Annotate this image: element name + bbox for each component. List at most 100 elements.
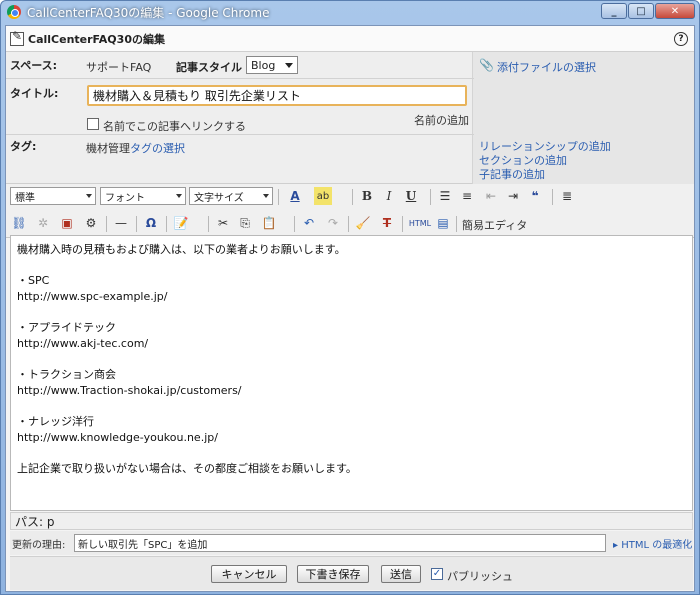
text-color-icon[interactable]: A [286,187,304,205]
vendor-name: ・トラクション商会 [17,368,116,381]
divider [6,78,474,79]
size-combo[interactable]: 文字サイズ [189,187,273,205]
submit-button[interactable]: 送信 [381,565,421,583]
remove-format-icon[interactable]: T [378,214,396,232]
chevron-down-icon [176,194,182,198]
link-by-name-checkbox[interactable] [87,118,99,130]
html-optimize-link[interactable]: ▸ HTML の最適化 [613,536,692,551]
font-combo[interactable]: フォント [100,187,186,205]
html-source-icon[interactable]: HTML [408,214,432,232]
special-char-icon[interactable]: Ω [142,214,160,232]
outdent-icon[interactable]: ⇤ [482,187,500,205]
clean-format-icon[interactable]: 🧹 [354,214,372,232]
paperclip-icon: 📎 [479,58,494,72]
blockquote-icon[interactable]: ❝ [526,187,544,205]
cancel-button[interactable]: キャンセル [211,565,287,583]
vendor-name: ・SPC [17,274,50,287]
preview-icon[interactable]: ▤ [434,214,452,232]
editor-toolbar: 標準 フォント 文字サイズ A ab B I U ☰ ≡ ⇤ ⇥ ❝ ≣ ⛓ ✲ [6,184,694,238]
add-name-link[interactable]: 名前の追加 [414,112,469,128]
maximize-button[interactable]: □ [628,3,654,19]
vendor-url[interactable]: http://www.Traction-shokai.jp/customers/ [17,383,686,399]
insert-template-icon[interactable]: 📝 [172,214,190,232]
toolbar-separator [456,216,457,232]
vendor-url[interactable]: http://www.spc-example.jp/ [17,289,686,305]
bold-icon[interactable]: B [358,187,376,205]
macro-icon[interactable]: ⚙ [82,214,100,232]
vendor-url[interactable]: http://www.knowledge-youkou.ne.jp/ [17,430,686,446]
italic-icon[interactable]: I [380,187,398,205]
unlink-icon[interactable]: ✲ [34,214,52,232]
toolbar-separator [106,216,107,232]
page-title: CallCenterFAQ30の編集 [28,32,165,46]
style-select-value: Blog [251,58,276,72]
closing-paragraph: 上記企業で取り扱いがない場合は、その都度ご相談をお願いします。 [17,462,357,475]
cut-icon[interactable]: ✂ [214,214,232,232]
side-links-pane: 📎 添付ファイルの選択 リレーションシップの追加 セクションの追加 子記事の追加 [472,52,694,184]
intro-paragraph: 機材購入時の見積もおよび購入は、以下の業者よりお願いします。 [17,243,346,256]
format-combo[interactable]: 標準 [10,187,96,205]
add-child-article-link[interactable]: 子記事の追加 [479,166,545,182]
underline-icon[interactable]: U [402,187,420,205]
toolbar-separator [552,189,553,205]
unordered-list-icon[interactable]: ≡ [458,187,476,205]
style-select[interactable]: Blog [246,56,298,74]
edit-page-icon [10,29,24,46]
ordered-list-icon[interactable]: ☰ [436,187,454,205]
highlight-color-icon[interactable]: ab [314,187,332,205]
chevron-down-icon [263,194,269,198]
align-icon[interactable]: ≣ [558,187,576,205]
undo-icon[interactable]: ↶ [300,214,318,232]
chevron-down-icon [285,63,293,68]
attach-file-link[interactable]: 添付ファイルの選択 [497,59,596,75]
vendor-name: ・アプライドテック [17,321,116,334]
toolbar-separator [136,216,137,232]
browser-window: CallCenterFAQ30の編集 - Google Chrome _ □ ✕… [0,0,700,595]
style-label: 記事スタイル [176,61,242,74]
save-draft-button[interactable]: 下書き保存 [297,565,369,583]
space-value: サポートFAQ [86,61,152,74]
toolbar-separator [278,189,279,205]
action-bar: キャンセル 下書き保存 送信 ✓ パブリッシュ [10,556,693,590]
size-combo-value: 文字サイズ [194,192,244,204]
toolbar-separator [352,189,353,205]
reason-label: 更新の理由: [12,540,66,551]
publish-label: パブリッシュ [447,570,513,583]
horizontal-rule-icon[interactable]: — [112,214,130,232]
chevron-down-icon [86,194,92,198]
reason-row: 更新の理由: 新しい取引先「SPC」を追加 ▸ HTML の最適化 [10,531,693,555]
page-header: CallCenterFAQ30の編集 ? [6,26,694,52]
html-optimize-label: HTML の最適化 [621,540,693,551]
editor-content[interactable]: 機材購入時の見積もおよび購入は、以下の業者よりお願いします。 ・SPC http… [11,236,692,483]
vendor-url[interactable]: http://www.akj-tec.com/ [17,336,686,352]
dialog-body: CallCenterFAQ30の編集 ? 📎 添付ファイルの選択 リレーションシ… [5,25,695,592]
rich-text-editor[interactable]: 機材購入時の見積もおよび購入は、以下の業者よりお願いします。 ・SPC http… [10,235,693,511]
paste-icon[interactable]: 📋 [260,214,278,232]
font-combo-value: フォント [105,192,145,204]
link-by-name-label: 名前でこの記事へリンクする [103,120,246,133]
select-tag-link[interactable]: タグの選択 [130,140,185,156]
element-path-bar: パス: p [10,512,693,530]
title-input[interactable]: 機材購入＆見積もり 取引先企業リスト [87,85,467,106]
reason-input[interactable]: 新しい取引先「SPC」を追加 [74,534,606,552]
indent-icon[interactable]: ⇥ [504,187,522,205]
tag-value: 機材管理 [86,142,130,155]
minimize-button[interactable]: _ [601,3,627,19]
tag-label: タグ: [10,140,37,153]
window-title: CallCenterFAQ30の編集 - Google Chrome [27,5,270,20]
chrome-logo-icon [7,5,21,19]
toolbar-separator [402,216,403,232]
toolbar-separator [166,216,167,232]
close-window-button[interactable]: ✕ [655,3,695,19]
toolbar-separator [348,216,349,232]
link-icon[interactable]: ⛓ [10,214,28,232]
title-label: タイトル: [10,87,59,100]
redo-icon[interactable]: ↷ [324,214,342,232]
simple-editor-link[interactable]: 簡易エディタ [462,217,527,233]
help-icon[interactable]: ? [674,32,688,46]
publish-checkbox[interactable]: ✓ [431,568,443,580]
window-controls: _ □ ✕ [601,3,695,19]
copy-icon[interactable]: ⎘ [236,214,254,232]
anchor-icon[interactable]: ▣ [58,214,76,232]
space-label: スペース: [10,59,58,72]
